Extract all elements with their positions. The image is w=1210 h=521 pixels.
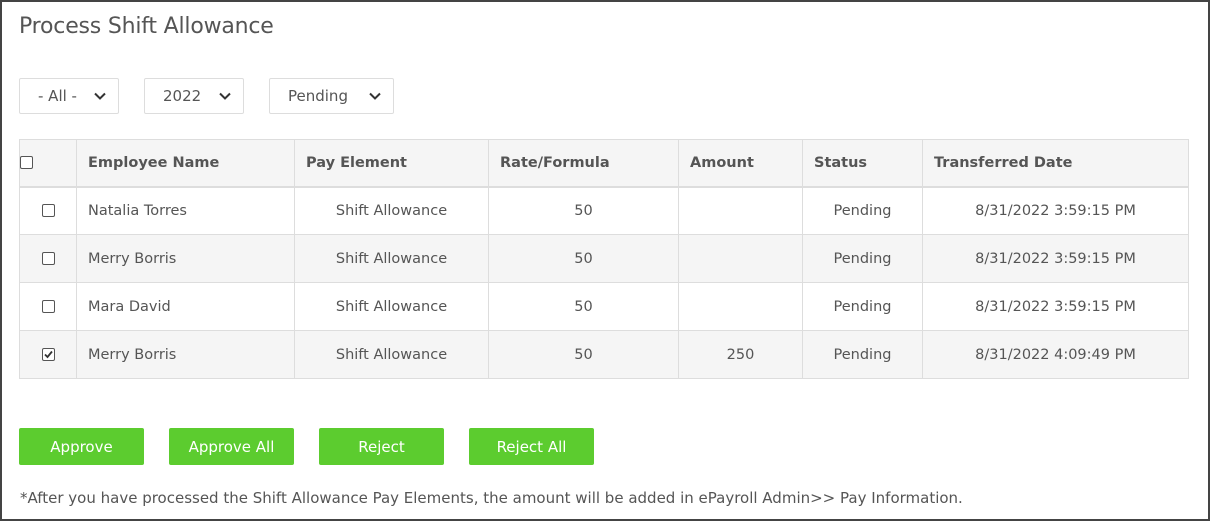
table-row: Merry Borris Shift Allowance 50 Pending … [19,234,1189,283]
checkmark-icon [43,350,53,359]
approve-all-button[interactable]: Approve All [169,428,294,465]
employee-name-cell: Mara David [76,282,295,331]
row-checkbox-checked[interactable] [41,348,55,361]
transferred-date-cell: 8/31/2022 3:59:15 PM [922,282,1189,331]
row-checkbox[interactable] [41,300,55,313]
amount-cell [678,234,803,283]
row-checkbox[interactable] [41,204,55,218]
employee-name-cell: Merry Borris [76,330,295,379]
table-header-row: Employee Name Pay Element Rate/Formula A… [19,139,1189,188]
page-frame: Process Shift Allowance - All - 2022 Pen… [0,0,1210,521]
status-filter-value: Pending [288,87,348,105]
transferred-date-cell: 8/31/2022 3:59:15 PM [922,234,1189,283]
page-title: Process Shift Allowance [19,14,274,39]
shift-allowance-table: Employee Name Pay Element Rate/Formula A… [19,139,1189,379]
status-cell: Pending [802,234,923,283]
col-amount[interactable]: Amount [678,139,803,188]
rate-cell: 50 [488,330,679,379]
employee-name-cell: Merry Borris [76,234,295,283]
chevron-down-icon [219,92,231,100]
employee-name-cell: Natalia Torres [76,186,295,235]
col-transferred-date[interactable]: Transferred Date [922,139,1189,188]
status-cell: Pending [802,282,923,331]
chevron-down-icon [369,92,381,100]
pay-element-cell: Shift Allowance [294,282,489,331]
reject-all-button[interactable]: Reject All [469,428,594,465]
reject-button[interactable]: Reject [319,428,444,465]
rate-cell: 50 [488,186,679,235]
rate-cell: 50 [488,282,679,331]
amount-cell: 250 [678,330,803,379]
amount-cell [678,186,803,235]
approve-button[interactable]: Approve [19,428,144,465]
col-employee-name[interactable]: Employee Name [76,139,295,188]
table-row: Mara David Shift Allowance 50 Pending 8/… [19,282,1189,331]
select-all-cell [19,139,77,188]
employee-filter-select[interactable]: - All - [19,78,119,114]
col-rate-formula[interactable]: Rate/Formula [488,139,679,188]
amount-cell [678,282,803,331]
year-filter-value: 2022 [163,87,202,105]
status-cell: Pending [802,186,923,235]
pay-element-cell: Shift Allowance [294,186,489,235]
col-pay-element[interactable]: Pay Element [294,139,489,188]
pay-element-cell: Shift Allowance [294,234,489,283]
transferred-date-cell: 8/31/2022 4:09:49 PM [922,330,1189,379]
status-cell: Pending [802,330,923,379]
processing-note: *After you have processed the Shift Allo… [20,489,963,507]
row-checkbox[interactable] [41,252,55,265]
table-row: Natalia Torres Shift Allowance 50 Pendin… [19,186,1189,235]
status-filter-select[interactable]: Pending [269,78,394,114]
table-row: Merry Borris Shift Allowance 50 250 Pend… [19,330,1189,379]
employee-filter-value: - All - [38,87,77,105]
year-filter-select[interactable]: 2022 [144,78,244,114]
chevron-down-icon [94,92,106,100]
transferred-date-cell: 8/31/2022 3:59:15 PM [922,186,1189,235]
pay-element-cell: Shift Allowance [294,330,489,379]
col-status[interactable]: Status [802,139,923,188]
rate-cell: 50 [488,234,679,283]
select-all-checkbox[interactable] [20,156,33,170]
